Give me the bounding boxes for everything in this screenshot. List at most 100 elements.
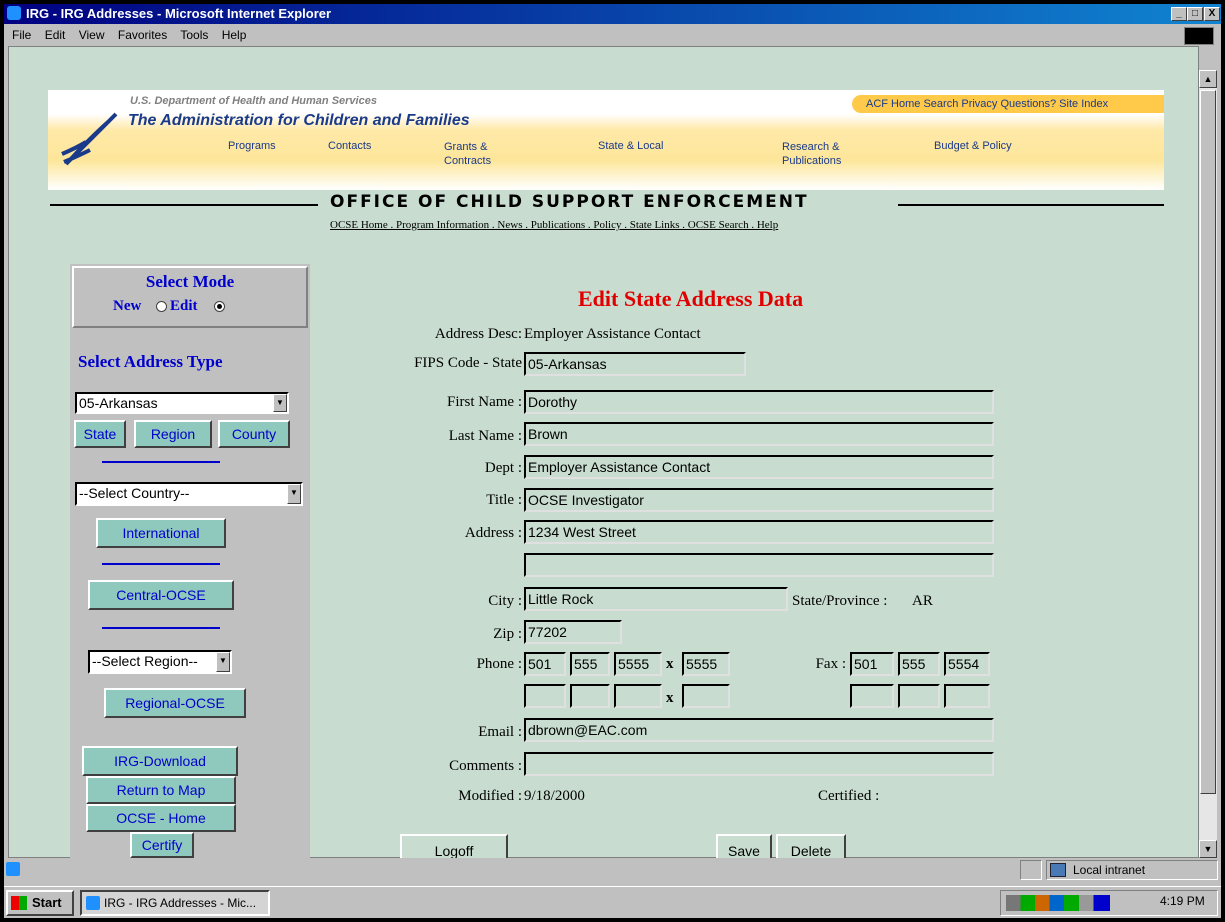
international-button[interactable]: International bbox=[96, 518, 226, 548]
email-field[interactable]: dbrown@EAC.com bbox=[524, 718, 994, 742]
page-status-icon bbox=[6, 862, 20, 876]
address-desc-label: Address Desc: bbox=[434, 326, 522, 342]
delete-button[interactable]: Delete bbox=[776, 834, 846, 860]
address-label: Address : bbox=[464, 525, 522, 541]
address-line1-field[interactable]: 1234 West Street bbox=[524, 520, 994, 544]
sidebar-divider bbox=[102, 627, 220, 629]
fips-field[interactable]: 05-Arkansas bbox=[524, 352, 746, 376]
certify-button[interactable]: Certify bbox=[130, 832, 194, 858]
mode-new-radio[interactable] bbox=[156, 301, 167, 312]
state-province-label: State/Province : bbox=[792, 593, 888, 609]
fips-label: FIPS Code - State bbox=[414, 355, 522, 371]
chevron-down-icon: ▼ bbox=[287, 484, 301, 504]
region-button[interactable]: Region bbox=[134, 420, 212, 448]
menu-file[interactable]: File bbox=[12, 28, 31, 42]
fax-line-field[interactable]: 5554 bbox=[944, 652, 990, 676]
menu-favorites[interactable]: Favorites bbox=[118, 28, 167, 42]
nav-programs[interactable]: Programs bbox=[228, 140, 276, 152]
mode-edit-radio[interactable] bbox=[214, 301, 225, 312]
state-button[interactable]: State bbox=[74, 420, 126, 448]
return-to-map-button[interactable]: Return to Map bbox=[86, 776, 236, 804]
minimize-button[interactable]: _ bbox=[1171, 7, 1187, 21]
first-name-label: First Name : bbox=[447, 394, 522, 410]
comments-label: Comments : bbox=[449, 758, 522, 774]
maximize-button[interactable]: □ bbox=[1187, 7, 1203, 21]
nav-grants[interactable]: Grants & Contracts bbox=[444, 140, 491, 168]
certified-label: Certified : bbox=[818, 788, 880, 804]
regional-ocse-button[interactable]: Regional-OCSE bbox=[104, 688, 246, 718]
mode-new-label: New bbox=[113, 298, 142, 314]
address-line2-field[interactable] bbox=[524, 553, 994, 577]
taskbar-ie-window[interactable]: IRG - IRG Addresses - Mic... bbox=[80, 890, 270, 916]
region-select[interactable]: --Select Region-- ▼ bbox=[88, 650, 232, 674]
county-button[interactable]: County bbox=[218, 420, 290, 448]
chevron-down-icon: ▼ bbox=[273, 394, 287, 412]
last-name-field[interactable]: Brown bbox=[524, 422, 994, 446]
divider-left bbox=[50, 204, 318, 206]
phone2-ext-x: x bbox=[666, 690, 674, 706]
acf-top-links[interactable]: ACF Home Search Privacy Questions? Site … bbox=[852, 95, 1164, 113]
central-ocse-button[interactable]: Central-OCSE bbox=[88, 580, 234, 610]
modified-value: 9/18/2000 bbox=[524, 788, 585, 804]
nav-contacts[interactable]: Contacts bbox=[328, 140, 371, 152]
ocse-home-button[interactable]: OCSE - Home bbox=[86, 804, 236, 832]
office-title: OFFICE OF CHILD SUPPORT ENFORCEMENT bbox=[330, 192, 809, 212]
tray-icons[interactable] bbox=[1006, 895, 1110, 911]
fax-prefix-field[interactable]: 555 bbox=[898, 652, 940, 676]
ocse-sub-links[interactable]: OCSE Home . Program Information . News .… bbox=[330, 219, 778, 231]
fax-label: Fax : bbox=[815, 656, 846, 672]
fax2-line-field[interactable] bbox=[944, 684, 990, 708]
zip-field[interactable]: 77202 bbox=[524, 620, 622, 644]
fax2-prefix-field[interactable] bbox=[898, 684, 940, 708]
comments-field[interactable] bbox=[524, 752, 994, 776]
nav-budget[interactable]: Budget & Policy bbox=[934, 140, 1012, 152]
address-desc-value: Employer Assistance Contact bbox=[524, 326, 701, 342]
irg-download-button[interactable]: IRG-Download bbox=[82, 746, 238, 776]
scroll-down-icon[interactable]: ▼ bbox=[1199, 840, 1217, 858]
dept-field[interactable]: Employer Assistance Contact bbox=[524, 455, 994, 479]
taskbar-task-label: IRG - IRG Addresses - Mic... bbox=[104, 896, 257, 910]
scrollbar-thumb[interactable] bbox=[1200, 90, 1216, 794]
country-select[interactable]: --Select Country-- ▼ bbox=[75, 482, 303, 506]
phone-label: Phone : bbox=[476, 656, 522, 672]
menu-help[interactable]: Help bbox=[222, 28, 247, 42]
window-title: IRG - IRG Addresses - Microsoft Internet… bbox=[26, 6, 332, 21]
email-label: Email : bbox=[478, 724, 522, 740]
phone2-area-field[interactable] bbox=[524, 684, 566, 708]
divider-right bbox=[898, 204, 1164, 206]
save-button[interactable]: Save bbox=[716, 834, 772, 860]
windows-flag-icon bbox=[11, 896, 27, 910]
phone2-line-field[interactable] bbox=[614, 684, 662, 708]
ie-icon bbox=[7, 6, 21, 20]
ie-icon bbox=[86, 896, 100, 910]
scroll-up-icon[interactable]: ▲ bbox=[1199, 70, 1217, 88]
last-name-label: Last Name : bbox=[448, 428, 522, 444]
phone-area-field[interactable]: 501 bbox=[524, 652, 566, 676]
sidebar-divider bbox=[102, 563, 220, 565]
nav-research[interactable]: Research & Publications bbox=[782, 140, 841, 168]
first-name-field[interactable]: Dorothy bbox=[524, 390, 994, 414]
select-mode-title: Select Mode bbox=[145, 272, 235, 291]
fax-area-field[interactable]: 501 bbox=[850, 652, 894, 676]
menu-view[interactable]: View bbox=[79, 28, 105, 42]
title-field[interactable]: OCSE Investigator bbox=[524, 488, 994, 512]
phone2-prefix-field[interactable] bbox=[570, 684, 610, 708]
phone2-ext-field[interactable] bbox=[682, 684, 730, 708]
windows-logo-icon bbox=[1184, 27, 1214, 45]
phone-line-field[interactable]: 5555 bbox=[614, 652, 662, 676]
city-field[interactable]: Little Rock bbox=[524, 587, 788, 611]
title-label: Title : bbox=[486, 492, 522, 508]
phone-ext-field[interactable]: 5555 bbox=[682, 652, 730, 676]
hhs-dept-text: U.S. Department of Health and Human Serv… bbox=[130, 95, 377, 107]
state-select[interactable]: 05-Arkansas ▼ bbox=[75, 392, 289, 414]
nav-state-local[interactable]: State & Local bbox=[598, 140, 663, 152]
fax2-area-field[interactable] bbox=[850, 684, 894, 708]
clock: 4:19 PM bbox=[1160, 894, 1205, 908]
zone-text: Local intranet bbox=[1073, 863, 1146, 877]
intranet-icon bbox=[1050, 863, 1066, 877]
close-button[interactable]: X bbox=[1204, 7, 1220, 21]
logoff-button[interactable]: Logoff bbox=[400, 834, 508, 860]
phone-prefix-field[interactable]: 555 bbox=[570, 652, 610, 676]
menu-edit[interactable]: Edit bbox=[45, 28, 66, 42]
menu-tools[interactable]: Tools bbox=[180, 28, 208, 42]
